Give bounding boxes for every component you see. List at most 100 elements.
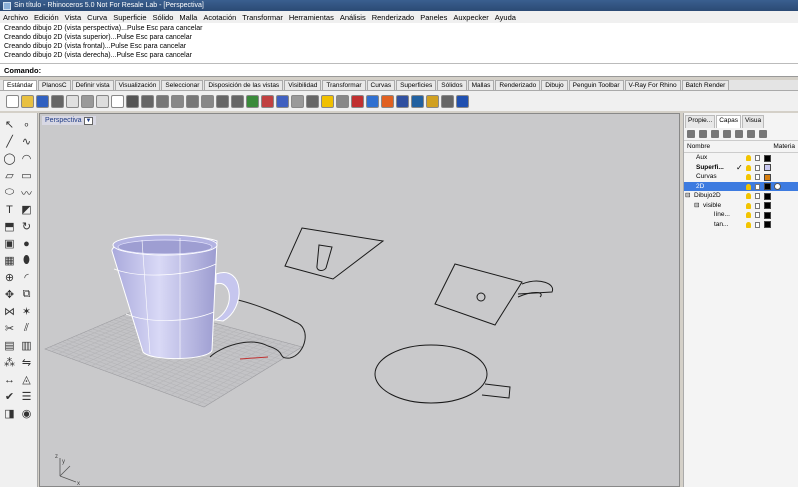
toolbar-tab[interactable]: Disposición de las vistas — [204, 80, 284, 90]
render-icon[interactable]: ◉ — [19, 406, 34, 421]
render-preview-icon[interactable] — [381, 94, 394, 108]
freeform-icon[interactable]: 〰 — [19, 185, 34, 200]
move-up-icon[interactable] — [723, 130, 731, 138]
viewport-title[interactable]: Perspectiva ▼ — [42, 116, 97, 125]
command-prompt[interactable]: Comando: — [0, 64, 798, 77]
visibility-bulb-icon[interactable] — [746, 221, 751, 228]
menu-item-herramientas[interactable]: Herramientas — [289, 13, 334, 22]
zoom-selected-icon[interactable] — [216, 94, 229, 108]
mesh-icon[interactable]: ▦ — [2, 253, 17, 268]
material-icon[interactable] — [774, 183, 781, 190]
layer-row[interactable]: Curvas — [684, 172, 798, 182]
vray-icon[interactable] — [411, 94, 424, 108]
new-icon[interactable] — [6, 94, 19, 108]
menu-item-vista[interactable]: Vista — [65, 13, 82, 22]
toolbar-tab[interactable]: V-Ray For Rhino — [624, 80, 681, 90]
delete-layer-icon[interactable] — [711, 130, 719, 138]
copy-icon[interactable] — [96, 94, 109, 108]
visibility-bulb-icon[interactable] — [746, 155, 751, 161]
layer-color-swatch[interactable] — [764, 211, 771, 219]
visibility-bulb-icon[interactable] — [746, 183, 751, 190]
menu-item-edición[interactable]: Edición — [34, 13, 59, 22]
zoom-icon[interactable] — [171, 94, 184, 108]
panel-tab[interactable]: Capas — [716, 115, 742, 128]
menu-item-ayuda[interactable]: Ayuda — [495, 13, 516, 22]
toolbar-tab[interactable]: Transformar — [322, 80, 366, 90]
four-views-icon[interactable] — [246, 94, 259, 108]
help-icon[interactable] — [456, 94, 469, 108]
layer-row[interactable]: líne... — [684, 210, 798, 220]
layer-icon[interactable]: ◨ — [2, 406, 17, 421]
options-icon[interactable] — [426, 94, 439, 108]
move-icon[interactable]: ✥ — [2, 287, 17, 302]
new-sublayer-icon[interactable] — [699, 130, 707, 138]
undo-icon[interactable] — [126, 94, 139, 108]
lock-icon[interactable] — [755, 193, 760, 199]
menu-item-malla[interactable]: Malla — [179, 13, 197, 22]
menu-item-transformar[interactable]: Transformar — [242, 13, 283, 22]
fillet-icon[interactable]: ◜ — [19, 270, 34, 285]
tools-icon[interactable] — [759, 130, 767, 138]
layer-color-swatch[interactable] — [764, 183, 771, 190]
render-icon[interactable] — [366, 94, 379, 108]
lock-icon[interactable] — [755, 221, 760, 228]
toolbar-tab[interactable]: Visualización — [114, 80, 161, 90]
expander-icon[interactable]: ⊟ — [685, 191, 690, 201]
arc-icon[interactable]: ◠ — [19, 151, 34, 166]
viewport-menu-icon[interactable]: ▼ — [83, 117, 94, 125]
save-icon[interactable] — [36, 94, 49, 108]
menu-item-sólido[interactable]: Sólido — [153, 13, 174, 22]
rotate-view-icon[interactable] — [156, 94, 169, 108]
box-icon[interactable]: ▣ — [2, 236, 17, 251]
perspective-viewport[interactable]: y z x Perspectiva ▼ — [39, 113, 680, 487]
open-icon[interactable] — [21, 94, 34, 108]
construction-plane-icon[interactable] — [261, 94, 274, 108]
toolbar-tab[interactable]: Seleccionar — [161, 80, 204, 90]
group-icon[interactable]: ▤ — [2, 338, 17, 353]
render-shaded-icon[interactable] — [396, 94, 409, 108]
revolve-icon[interactable]: ↻ — [19, 219, 34, 234]
copy-icon[interactable]: ⧉ — [19, 287, 34, 302]
array-icon[interactable]: ⁂ — [2, 355, 17, 370]
layer-row[interactable]: Aux — [684, 153, 798, 163]
visibility-bulb-icon[interactable] — [746, 164, 751, 171]
toolbar-tab[interactable]: Estándar — [3, 80, 38, 90]
extrude-icon[interactable]: ⬒ — [2, 219, 17, 234]
menu-item-paneles[interactable]: Paneles — [420, 13, 447, 22]
ellipse-icon[interactable]: ⬭ — [2, 185, 17, 200]
boolean-icon[interactable]: ⊕ — [2, 270, 17, 285]
trim-icon[interactable]: ✂ — [2, 321, 17, 336]
zoom-extents-icon[interactable] — [201, 94, 214, 108]
filter-icon[interactable] — [747, 130, 755, 138]
polyline-icon[interactable]: ╱ — [2, 134, 17, 149]
move-down-icon[interactable] — [735, 130, 743, 138]
lock-icon[interactable] — [755, 174, 760, 180]
join-icon[interactable]: ⋈ — [2, 304, 17, 319]
settings-icon[interactable] — [441, 94, 454, 108]
point-icon[interactable]: ∘ — [19, 117, 34, 132]
circle-icon[interactable]: ◯ — [2, 151, 17, 166]
pan-icon[interactable] — [141, 94, 154, 108]
menu-item-curva[interactable]: Curva — [87, 13, 107, 22]
cut-icon[interactable] — [81, 94, 94, 108]
lock-icon[interactable] — [336, 94, 349, 108]
layer-color-swatch[interactable] — [764, 164, 771, 171]
toolbar-tab[interactable]: Definir vista — [71, 80, 114, 90]
layer-row[interactable]: Superfi... ✓ — [684, 163, 798, 173]
visibility-bulb-icon[interactable] — [746, 202, 751, 209]
check-icon[interactable]: ✔ — [2, 389, 17, 404]
toolbar-tab[interactable]: Mallas — [467, 80, 495, 90]
layer-row[interactable]: 2D — [684, 181, 798, 191]
print-icon[interactable] — [51, 94, 64, 108]
lock-icon[interactable] — [755, 202, 760, 209]
menu-item-acotación[interactable]: Acotación — [203, 13, 236, 22]
select-arrow-icon[interactable]: ↖ — [2, 117, 17, 132]
cplane-icon[interactable] — [276, 94, 289, 108]
rectangle-icon[interactable]: ▭ — [19, 168, 34, 183]
layer-row[interactable]: ⊟ visible — [684, 201, 798, 211]
cylinder-icon[interactable]: ⬮ — [19, 253, 34, 268]
mirror-icon[interactable]: ⇋ — [19, 355, 34, 370]
visibility-bulb-icon[interactable] — [746, 174, 751, 180]
import-icon[interactable] — [66, 94, 79, 108]
lights-icon[interactable] — [321, 94, 334, 108]
